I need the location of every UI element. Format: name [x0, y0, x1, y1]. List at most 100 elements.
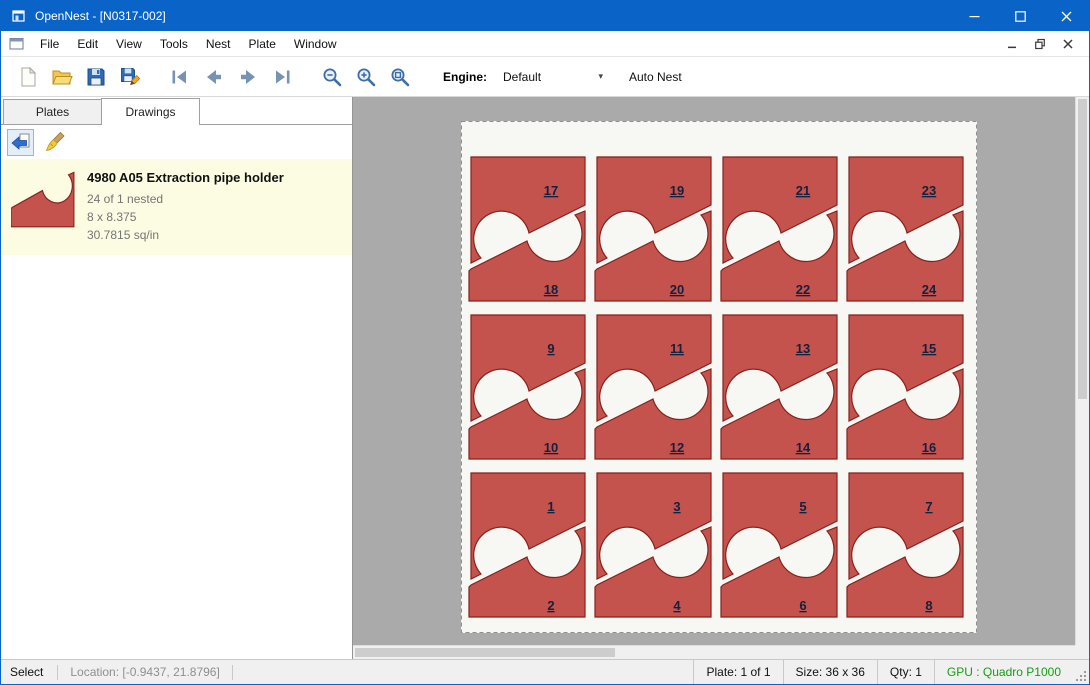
open-file-button[interactable]	[45, 61, 79, 93]
part-number-label: 18	[544, 282, 558, 297]
engine-select-value: Default	[503, 70, 541, 84]
part-number-label: 9	[547, 341, 554, 356]
drawing-list-item[interactable]: 4980 A05 Extraction pipe holder 24 of 1 …	[1, 159, 352, 255]
sidebar: Plates Drawings 4980 A05 Extraction pipe…	[1, 97, 353, 659]
first-plate-button[interactable]	[163, 61, 197, 93]
drawing-dimensions: 8 x 8.375	[87, 208, 284, 226]
plate-count: Plate: 1 of 1	[693, 660, 782, 684]
clean-button[interactable]	[41, 129, 68, 156]
mode-indicator: Select	[1, 665, 57, 679]
sidebar-tabs: Plates Drawings	[1, 97, 352, 125]
auto-nest-button[interactable]: Auto Nest	[629, 70, 682, 84]
broom-icon	[44, 131, 66, 153]
part-number-label: 5	[799, 499, 806, 514]
part-number-label: 12	[670, 440, 684, 455]
menu-edit[interactable]: Edit	[68, 32, 107, 56]
mdi-close-button[interactable]	[1055, 34, 1081, 54]
part-number-label: 22	[796, 282, 810, 297]
plate-area: 171819202122232491011121314151612345678	[461, 121, 977, 638]
plate[interactable]: 171819202122232491011121314151612345678	[461, 121, 977, 633]
part-number-label: 21	[796, 183, 810, 198]
next-plate-button[interactable]	[231, 61, 265, 93]
menu-bar: FileEditViewToolsNestPlateWindow	[1, 31, 1089, 57]
last-arrow-icon	[271, 66, 293, 88]
scrollbar-corner	[1075, 645, 1089, 659]
menu-window[interactable]: Window	[285, 32, 346, 56]
tab-plates[interactable]: Plates	[3, 99, 102, 124]
part-number-label: 7	[925, 499, 932, 514]
drawing-area: 30.7815 sq/in	[87, 226, 284, 244]
previous-plate-button[interactable]	[197, 61, 231, 93]
horizontal-scrollbar-thumb[interactable]	[355, 648, 615, 657]
menu-view[interactable]: View	[107, 32, 151, 56]
part-number-label: 4	[673, 598, 681, 613]
save-edit-icon	[119, 66, 141, 88]
part-number-label: 23	[922, 183, 936, 198]
drawing-nested-count: 24 of 1 nested	[87, 190, 284, 208]
part-number-label: 10	[544, 440, 558, 455]
horizontal-scrollbar[interactable]	[353, 645, 1075, 659]
part-number-label: 20	[670, 282, 684, 297]
window-title: OpenNest - [N0317-002]	[35, 9, 166, 23]
engine-label: Engine:	[443, 70, 487, 84]
cursor-location: Location: [-0.9437, 21.8796]	[58, 665, 231, 679]
maximize-button[interactable]	[997, 1, 1043, 31]
chevron-down-icon: ▾	[598, 71, 603, 82]
app-icon	[11, 8, 27, 24]
drawing-list-empty-area	[1, 255, 352, 659]
main-toolbar: Engine: Default ▾ Auto Nest	[1, 57, 1089, 97]
send-back-button[interactable]	[7, 129, 34, 156]
close-button[interactable]	[1043, 1, 1089, 31]
resize-grip[interactable]	[1073, 660, 1089, 684]
part-number-label: 6	[799, 598, 806, 613]
document-window-icon	[9, 36, 25, 52]
part-number-label: 24	[922, 282, 937, 297]
previous-arrow-icon	[203, 66, 225, 88]
zoom-fit-icon	[389, 66, 411, 88]
last-plate-button[interactable]	[265, 61, 299, 93]
vertical-scrollbar[interactable]	[1075, 97, 1089, 645]
menu-nest[interactable]: Nest	[197, 32, 240, 56]
part-thumbnail	[11, 170, 75, 228]
status-bar: Select Location: [-0.9437, 21.8796] Plat…	[1, 659, 1089, 684]
plate-size: Size: 36 x 36	[783, 660, 877, 684]
mdi-restore-button[interactable]	[1027, 34, 1053, 54]
menu-plate[interactable]: Plate	[240, 32, 285, 56]
first-arrow-icon	[169, 66, 191, 88]
tab-drawings[interactable]: Drawings	[101, 98, 200, 125]
part-number-label: 11	[670, 341, 684, 356]
menu-tools[interactable]: Tools	[151, 32, 197, 56]
part-number-label: 8	[925, 598, 932, 613]
part-number-label: 14	[796, 440, 811, 455]
statusbar-separator	[232, 665, 233, 680]
nesting-canvas[interactable]: 171819202122232491011121314151612345678	[353, 97, 1089, 659]
part-number-label: 17	[544, 183, 558, 198]
drawing-info: 4980 A05 Extraction pipe holder 24 of 1 …	[87, 170, 284, 244]
part-number-label: 3	[673, 499, 680, 514]
mdi-minimize-button[interactable]	[999, 34, 1025, 54]
part-number-label: 13	[796, 341, 810, 356]
part-number-label: 1	[547, 499, 554, 514]
open-folder-icon	[51, 66, 73, 88]
zoom-fit-button[interactable]	[383, 61, 417, 93]
vertical-scrollbar-thumb[interactable]	[1078, 99, 1087, 399]
part-number-label: 16	[922, 440, 936, 455]
menu-file[interactable]: File	[31, 32, 68, 56]
zoom-in-button[interactable]	[349, 61, 383, 93]
save-button[interactable]	[79, 61, 113, 93]
zoom-out-icon	[321, 66, 343, 88]
zoom-out-button[interactable]	[315, 61, 349, 93]
next-arrow-icon	[237, 66, 259, 88]
menu-items: FileEditViewToolsNestPlateWindow	[31, 32, 346, 56]
mdi-controls	[999, 34, 1089, 54]
part-number-label: 15	[922, 341, 936, 356]
part-number-label: 19	[670, 183, 684, 198]
save-as-button[interactable]	[113, 61, 147, 93]
drawings-toolbar	[1, 125, 352, 159]
minimize-button[interactable]	[951, 1, 997, 31]
engine-select[interactable]: Default ▾	[497, 67, 609, 87]
new-file-button[interactable]	[11, 61, 45, 93]
new-file-icon	[17, 66, 39, 88]
zoom-in-icon	[355, 66, 377, 88]
title-bar: OpenNest - [N0317-002]	[1, 1, 1089, 31]
